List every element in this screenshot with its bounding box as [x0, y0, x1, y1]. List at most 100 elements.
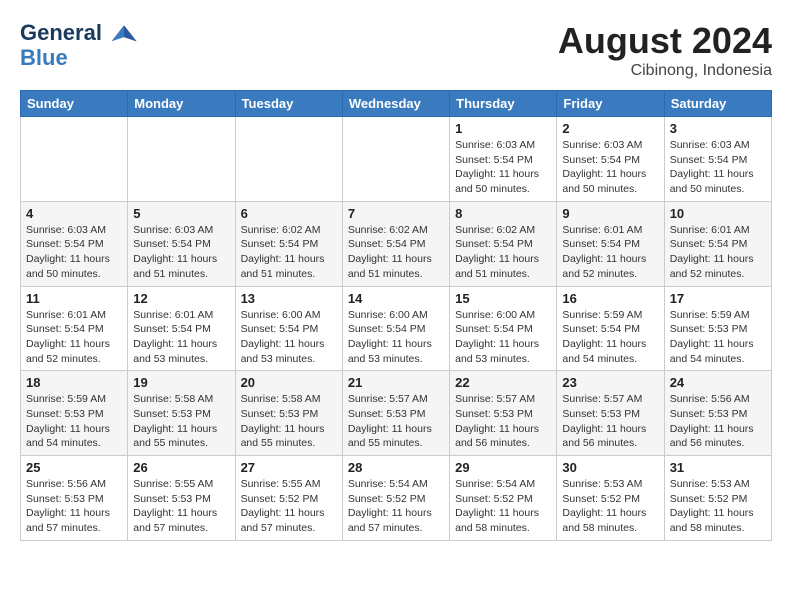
calendar-cell: 4 Sunrise: 6:03 AM Sunset: 5:54 PM Daylig… — [21, 201, 128, 286]
logo-bird-icon — [110, 20, 138, 48]
day-info: Sunrise: 6:01 AM Sunset: 5:54 PM Dayligh… — [26, 308, 122, 367]
day-info: Sunrise: 6:03 AM Sunset: 5:54 PM Dayligh… — [26, 223, 122, 282]
calendar-cell: 31Sunrise: 5:53 AM Sunset: 5:52 PM Dayli… — [664, 456, 771, 541]
day-number: 28 — [348, 460, 444, 475]
day-info: Sunrise: 6:02 AM Sunset: 5:54 PM Dayligh… — [348, 223, 444, 282]
day-number: 23 — [562, 375, 658, 390]
day-info: Sunrise: 5:54 AM Sunset: 5:52 PM Dayligh… — [455, 477, 551, 536]
calendar-cell: 29 Sunrise: 5:54 AM Sunset: 5:52 PM Dayli… — [450, 456, 557, 541]
day-number: 19 — [133, 375, 229, 390]
day-info: Sunrise: 6:02 AM Sunset: 5:54 PM Dayligh… — [241, 223, 337, 282]
day-info: Sunrise: 6:00 AM Sunset: 5:54 PM Dayligh… — [348, 308, 444, 367]
calendar-table: SundayMondayTuesdayWednesdayThursdayFrid… — [20, 90, 772, 541]
day-number: 24 — [670, 375, 766, 390]
day-info: Sunrise: 6:03 AM Sunset: 5:54 PM Dayligh… — [133, 223, 229, 282]
calendar-cell: 23Sunrise: 5:57 AM Sunset: 5:53 PM Dayli… — [557, 371, 664, 456]
day-number: 27 — [241, 460, 337, 475]
calendar-cell: 5 Sunrise: 6:03 AM Sunset: 5:54 PM Daylig… — [128, 201, 235, 286]
day-number: 8 — [455, 206, 551, 221]
day-number: 11 — [26, 291, 122, 306]
calendar-cell: 30 Sunrise: 5:53 AM Sunset: 5:52 PM Dayli… — [557, 456, 664, 541]
day-number: 12 — [133, 291, 229, 306]
calendar-cell — [235, 117, 342, 202]
day-number: 2 — [562, 121, 658, 136]
calendar-week-row: 1 Sunrise: 6:03 AM Sunset: 5:54 PM Daylig… — [21, 117, 772, 202]
day-info: Sunrise: 5:58 AM Sunset: 5:53 PM Dayligh… — [133, 392, 229, 451]
day-info: Sunrise: 6:00 AM Sunset: 5:54 PM Dayligh… — [241, 308, 337, 367]
day-info: Sunrise: 6:02 AM Sunset: 5:54 PM Dayligh… — [455, 223, 551, 282]
calendar-cell — [21, 117, 128, 202]
day-number: 30 — [562, 460, 658, 475]
calendar-cell: 18Sunrise: 5:59 AM Sunset: 5:53 PM Dayli… — [21, 371, 128, 456]
day-number: 15 — [455, 291, 551, 306]
day-number: 14 — [348, 291, 444, 306]
day-info: Sunrise: 5:58 AM Sunset: 5:53 PM Dayligh… — [241, 392, 337, 451]
calendar-cell: 25Sunrise: 5:56 AM Sunset: 5:53 PM Dayli… — [21, 456, 128, 541]
day-number: 7 — [348, 206, 444, 221]
day-info: Sunrise: 5:56 AM Sunset: 5:53 PM Dayligh… — [670, 392, 766, 451]
calendar-cell: 10 Sunrise: 6:01 AM Sunset: 5:54 PM Dayli… — [664, 201, 771, 286]
day-info: Sunrise: 5:57 AM Sunset: 5:53 PM Dayligh… — [455, 392, 551, 451]
day-number: 4 — [26, 206, 122, 221]
day-number: 18 — [26, 375, 122, 390]
day-number: 25 — [26, 460, 122, 475]
day-number: 22 — [455, 375, 551, 390]
calendar-week-row: 11 Sunrise: 6:01 AM Sunset: 5:54 PM Dayli… — [21, 286, 772, 371]
calendar-header-row: SundayMondayTuesdayWednesdayThursdayFrid… — [21, 91, 772, 117]
day-number: 26 — [133, 460, 229, 475]
calendar-cell: 2 Sunrise: 6:03 AM Sunset: 5:54 PM Daylig… — [557, 117, 664, 202]
day-number: 13 — [241, 291, 337, 306]
calendar-week-row: 18Sunrise: 5:59 AM Sunset: 5:53 PM Dayli… — [21, 371, 772, 456]
month-year: August 2024 — [558, 20, 772, 62]
day-number: 10 — [670, 206, 766, 221]
calendar-cell: 24 Sunrise: 5:56 AM Sunset: 5:53 PM Dayli… — [664, 371, 771, 456]
calendar-cell: 9Sunrise: 6:01 AM Sunset: 5:54 PM Daylig… — [557, 201, 664, 286]
day-number: 16 — [562, 291, 658, 306]
day-info: Sunrise: 5:55 AM Sunset: 5:53 PM Dayligh… — [133, 477, 229, 536]
day-info: Sunrise: 6:01 AM Sunset: 5:54 PM Dayligh… — [133, 308, 229, 367]
calendar-week-row: 4 Sunrise: 6:03 AM Sunset: 5:54 PM Daylig… — [21, 201, 772, 286]
day-info: Sunrise: 6:03 AM Sunset: 5:54 PM Dayligh… — [455, 138, 551, 197]
day-number: 29 — [455, 460, 551, 475]
day-info: Sunrise: 5:54 AM Sunset: 5:52 PM Dayligh… — [348, 477, 444, 536]
calendar-cell: 19 Sunrise: 5:58 AM Sunset: 5:53 PM Dayli… — [128, 371, 235, 456]
day-header-saturday: Saturday — [664, 91, 771, 117]
day-info: Sunrise: 5:55 AM Sunset: 5:52 PM Dayligh… — [241, 477, 337, 536]
title-block: August 2024 Cibinong, Indonesia — [558, 20, 772, 80]
day-info: Sunrise: 5:53 AM Sunset: 5:52 PM Dayligh… — [562, 477, 658, 536]
day-header-tuesday: Tuesday — [235, 91, 342, 117]
calendar-cell: 26 Sunrise: 5:55 AM Sunset: 5:53 PM Dayli… — [128, 456, 235, 541]
day-info: Sunrise: 6:03 AM Sunset: 5:54 PM Dayligh… — [670, 138, 766, 197]
page-header: General Blue August 2024 Cibinong, Indon… — [20, 20, 772, 80]
calendar-cell: 22 Sunrise: 5:57 AM Sunset: 5:53 PM Dayli… — [450, 371, 557, 456]
day-info: Sunrise: 5:57 AM Sunset: 5:53 PM Dayligh… — [348, 392, 444, 451]
calendar-cell — [342, 117, 449, 202]
day-info: Sunrise: 6:01 AM Sunset: 5:54 PM Dayligh… — [670, 223, 766, 282]
day-number: 9 — [562, 206, 658, 221]
calendar-cell: 28 Sunrise: 5:54 AM Sunset: 5:52 PM Dayli… — [342, 456, 449, 541]
logo-line2: Blue — [20, 45, 68, 70]
day-number: 5 — [133, 206, 229, 221]
day-number: 21 — [348, 375, 444, 390]
logo-line1: General — [20, 20, 102, 45]
day-header-monday: Monday — [128, 91, 235, 117]
day-info: Sunrise: 6:00 AM Sunset: 5:54 PM Dayligh… — [455, 308, 551, 367]
day-header-thursday: Thursday — [450, 91, 557, 117]
day-info: Sunrise: 6:03 AM Sunset: 5:54 PM Dayligh… — [562, 138, 658, 197]
calendar-cell: 11 Sunrise: 6:01 AM Sunset: 5:54 PM Dayli… — [21, 286, 128, 371]
day-number: 17 — [670, 291, 766, 306]
day-number: 6 — [241, 206, 337, 221]
location: Cibinong, Indonesia — [558, 62, 772, 80]
calendar-cell: 21 Sunrise: 5:57 AM Sunset: 5:53 PM Dayli… — [342, 371, 449, 456]
day-info: Sunrise: 5:59 AM Sunset: 5:53 PM Dayligh… — [670, 308, 766, 367]
calendar-week-row: 25Sunrise: 5:56 AM Sunset: 5:53 PM Dayli… — [21, 456, 772, 541]
day-header-sunday: Sunday — [21, 91, 128, 117]
calendar-cell: 13 Sunrise: 6:00 AM Sunset: 5:54 PM Dayli… — [235, 286, 342, 371]
day-info: Sunrise: 5:59 AM Sunset: 5:54 PM Dayligh… — [562, 308, 658, 367]
day-number: 1 — [455, 121, 551, 136]
day-header-friday: Friday — [557, 91, 664, 117]
calendar-cell: 27 Sunrise: 5:55 AM Sunset: 5:52 PM Dayli… — [235, 456, 342, 541]
calendar-cell — [128, 117, 235, 202]
calendar-cell: 6 Sunrise: 6:02 AM Sunset: 5:54 PM Daylig… — [235, 201, 342, 286]
day-header-wednesday: Wednesday — [342, 91, 449, 117]
